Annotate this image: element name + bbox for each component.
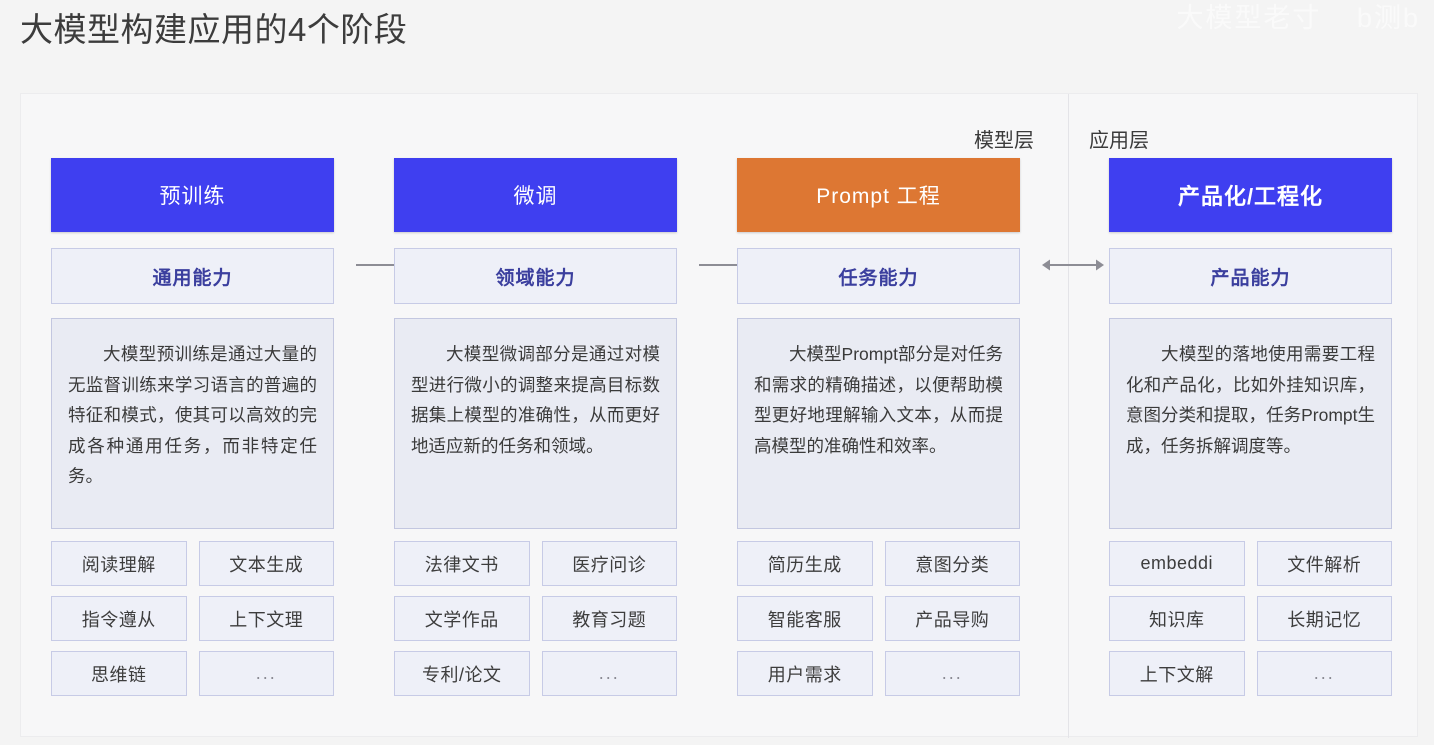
page-title: 大模型构建应用的4个阶段 [20, 11, 408, 48]
chip-item-more[interactable]: ... [198, 651, 334, 696]
chip-item[interactable]: 知识库 [1109, 596, 1245, 641]
description-box-pretrain: 大模型预训练是通过大量的无监督训练来学习语言的普遍的特征和模式，使其可以高效的完… [51, 318, 334, 529]
chip-item[interactable]: 专利/论文 [394, 651, 530, 696]
stage-header-pretrain[interactable]: 预训练 [51, 158, 334, 232]
stage-header-productization[interactable]: 产品化/工程化 [1109, 158, 1392, 232]
chip-item[interactable]: 思维链 [51, 651, 187, 696]
chip-item[interactable]: 产品导购 [884, 596, 1020, 641]
stage-header-finetune[interactable]: 微调 [394, 158, 677, 232]
description-box-productization: 大模型的落地使用需要工程化和产品化，比如外挂知识库，意图分类和提取，任务Prom… [1109, 318, 1392, 529]
chip-item[interactable]: 用户需求 [737, 651, 873, 696]
chip-item[interactable]: 简历生成 [737, 541, 873, 586]
stage-column-finetune: 微调 领域能力 大模型微调部分是通过对模型进行微小的调整来提高目标数据集上模型的… [394, 158, 677, 696]
watermark: 大模型老寸 b测b [1176, 0, 1420, 35]
capability-box-prompt: 任务能力 [737, 248, 1020, 304]
layer-label-app: 应用层 [1089, 130, 1149, 152]
watermark-left-text: 大模型老寸 [1176, 3, 1322, 33]
chip-item-more[interactable]: ... [884, 651, 1020, 696]
chip-item[interactable]: 文学作品 [394, 596, 530, 641]
diagram-panel: 模型层 应用层 预训练 通用能力 大模型预训练是通过大量的无监督训练来学习语言的… [20, 93, 1419, 738]
chip-grid-pretrain: 阅读理解 文本生成 指令遵从 上下文理 思维链 ... [51, 541, 334, 696]
arrow-prompt-to-product [1042, 258, 1104, 272]
layer-label-model: 模型层 [974, 130, 1034, 152]
chip-item[interactable]: 上下文理 [198, 596, 334, 641]
stage-header-prompt[interactable]: Prompt 工程 [737, 158, 1020, 232]
stage-column-prompt: Prompt 工程 任务能力 大模型Prompt部分是对任务和需求的精确描述，以… [737, 158, 1020, 696]
watermark-right-text: b测b [1356, 3, 1420, 33]
stage-column-productization: 产品化/工程化 产品能力 大模型的落地使用需要工程化和产品化，比如外挂知识库，意… [1109, 158, 1392, 696]
stage-column-pretrain: 预训练 通用能力 大模型预训练是通过大量的无监督训练来学习语言的普遍的特征和模式… [51, 158, 334, 696]
capability-box-productization: 产品能力 [1109, 248, 1392, 304]
chip-item[interactable]: 阅读理解 [51, 541, 187, 586]
description-box-prompt: 大模型Prompt部分是对任务和需求的精确描述，以便帮助模型更好地理解输入文本，… [737, 318, 1020, 529]
chip-grid-finetune: 法律文书 医疗问诊 文学作品 教育习题 专利/论文 ... [394, 541, 677, 696]
chip-item[interactable]: 文件解析 [1256, 541, 1392, 586]
chip-item[interactable]: 指令遵从 [51, 596, 187, 641]
chip-item[interactable]: 智能客服 [737, 596, 873, 641]
capability-box-finetune: 领域能力 [394, 248, 677, 304]
chip-item[interactable]: 法律文书 [394, 541, 530, 586]
capability-box-pretrain: 通用能力 [51, 248, 334, 304]
chip-item[interactable]: 长期记忆 [1256, 596, 1392, 641]
chip-grid-productization: embeddi 文件解析 知识库 长期记忆 上下文解 ... [1109, 541, 1392, 696]
stage-columns: 预训练 通用能力 大模型预训练是通过大量的无监督训练来学习语言的普遍的特征和模式… [21, 158, 1419, 738]
chip-item[interactable]: 文本生成 [198, 541, 334, 586]
chip-item[interactable]: 教育习题 [541, 596, 677, 641]
description-box-finetune: 大模型微调部分是通过对模型进行微小的调整来提高目标数据集上模型的准确性，从而更好… [394, 318, 677, 529]
chip-item-more[interactable]: ... [1256, 651, 1392, 696]
chip-item-more[interactable]: ... [541, 651, 677, 696]
chip-item[interactable]: 意图分类 [884, 541, 1020, 586]
chip-item[interactable]: 医疗问诊 [541, 541, 677, 586]
chip-grid-prompt: 简历生成 意图分类 智能客服 产品导购 用户需求 ... [737, 541, 1020, 696]
chip-item[interactable]: embeddi [1109, 541, 1245, 586]
chip-item[interactable]: 上下文解 [1109, 651, 1245, 696]
